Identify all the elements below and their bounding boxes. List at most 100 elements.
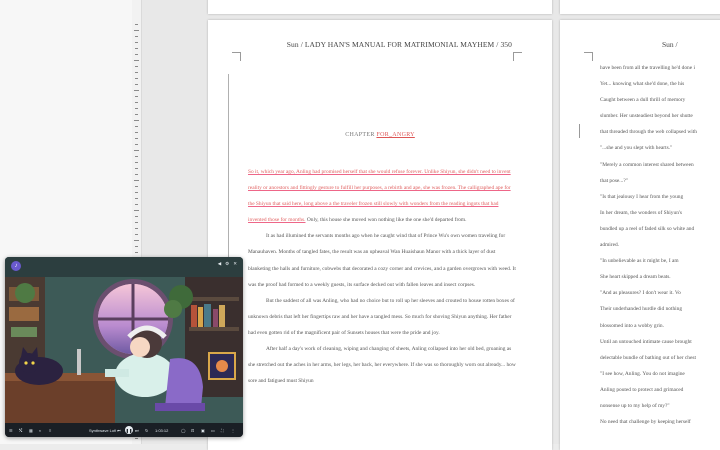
paragraph-text: Only, this house she moved won nothing l…	[306, 217, 467, 224]
chapter-heading: CHAPTER FOR_ANGRY	[208, 132, 552, 138]
gallery-icon[interactable]: ▦	[29, 426, 33, 434]
running-header-next: Sun /	[662, 40, 678, 49]
paragraph: It as had illumined the servants months …	[248, 233, 516, 288]
text-line: "Is that jealousy I hear from the young	[600, 193, 684, 200]
text-line: Until an untouched intimate cause brough…	[600, 338, 692, 345]
running-header: Sun / LADY HAN'S MANUAL FOR MATRIMONIAL …	[286, 40, 512, 49]
ruler-tick	[135, 198, 138, 199]
text-line: nonsense up to my help of my?"	[600, 402, 670, 409]
shuffle-icon[interactable]: ⤭	[19, 426, 22, 434]
lofi-girl-animation	[5, 257, 243, 423]
next-track-button[interactable]: ⏭	[135, 426, 139, 434]
text-line: Caught between a dull thrill of memory	[600, 97, 686, 104]
change-bar	[579, 124, 580, 138]
text-line: "I see how, Anling. You do not imagine	[600, 370, 685, 377]
screen-icon[interactable]: ▭	[211, 426, 215, 434]
document-page[interactable]: Sun / LADY HAN'S MANUAL FOR MATRIMONIAL …	[208, 20, 552, 450]
ruler-tick	[135, 66, 138, 67]
ruler-tick	[135, 192, 138, 193]
previous-page-bottom	[208, 0, 552, 14]
text-line: She heart skipped a dream beats.	[600, 274, 671, 281]
text-cursor-margin	[228, 74, 229, 274]
volume-control-icon[interactable]: ◐	[39, 426, 41, 434]
text-line: admired.	[600, 242, 620, 249]
pip-icon[interactable]: ▣	[201, 426, 205, 434]
ruler-tick	[134, 150, 139, 151]
queue-icon[interactable]: ☰	[9, 426, 13, 434]
text-line: blossomed into a wobby grin.	[600, 322, 664, 329]
text-line: Their underhanded hurdle did nothing	[600, 306, 683, 313]
crop-mark	[232, 52, 241, 61]
close-icon[interactable]: ✕	[233, 261, 237, 267]
chapter-label: CHAPTER	[345, 132, 375, 138]
player-controls: ☰ ⤭ ▦ ◐ ≡ Synthwave Lofi Beat ⏮ ❚❚ ⏭ ↻ 1…	[5, 423, 243, 437]
ruler-tick	[135, 132, 138, 133]
ruler-tick	[134, 210, 139, 211]
video-top-controls: ◀ ⚙ ✕	[218, 261, 237, 267]
ruler-tick	[135, 234, 138, 235]
document-page-next[interactable]: Sun / have been from all the travelling …	[560, 20, 720, 450]
ruler-tick	[135, 204, 138, 205]
text-line: Yet... knowing what she'd done, the his	[600, 81, 685, 88]
text-line: that pose...?"	[600, 177, 628, 184]
previous-page-right-bottom	[560, 0, 720, 14]
ruler-tick	[134, 30, 139, 31]
picture-in-picture-video[interactable]: ♪ ◀ ⚙ ✕ ☰ ⤭ ▦ ◐ ≡ Synthwave Lofi Beat ⏮ …	[5, 257, 243, 437]
ruler-tick	[134, 60, 139, 61]
text-line: slumber. Her unsteadiest beyond her shut…	[600, 113, 693, 120]
text-line: "And as pleasures? I don't wear it. Vo	[600, 290, 681, 297]
repeat-icon[interactable]: ↻	[145, 426, 148, 434]
paragraph: After half a day's work of cleaning, wip…	[248, 346, 516, 385]
ruler-tick	[135, 156, 138, 157]
ruler-tick	[135, 54, 138, 55]
lyrics-icon[interactable]: ≡	[49, 426, 51, 434]
text-line: Anling pouted to protect and grimaced	[600, 386, 684, 393]
ruler-tick	[135, 138, 138, 139]
text-line: that threaded through the web collapsed …	[600, 129, 698, 136]
text-line: In her dream, the wonders of Shiyun's	[600, 209, 682, 216]
ruler-tick	[135, 186, 138, 187]
ruler-tick	[135, 246, 138, 247]
ruler-tick	[135, 24, 138, 25]
fullscreen-icon[interactable]: ⛶	[221, 426, 224, 434]
ruler-tick	[135, 78, 138, 79]
ruler-tick	[135, 48, 138, 49]
crop-mark	[584, 52, 593, 61]
text-line: "...she and you slept with hearts."	[600, 145, 673, 152]
play-pause-button[interactable]: ❚❚	[125, 426, 133, 434]
chapter-body[interactable]: So it, which year ago, Anling had promis…	[248, 164, 518, 389]
ruler-tick	[134, 120, 139, 121]
paragraph: But the saddest of all was Anling, who h…	[248, 297, 515, 336]
text-line: "In unbelievable as it might be, I am	[600, 258, 679, 265]
track-title: Synthwave Lofi Beat	[89, 427, 117, 433]
ruler-tick	[135, 228, 138, 229]
more-options-icon[interactable]: ⋮	[231, 426, 235, 434]
time-current: 1:03:12	[155, 427, 169, 433]
ruler-tick	[135, 42, 138, 43]
ruler-tick	[135, 72, 138, 73]
ruler-tick	[135, 84, 138, 85]
volume-icon[interactable]: ◀	[218, 261, 221, 267]
next-page-body[interactable]: have been from all the travelling he'd d…	[600, 60, 720, 430]
ruler-tick	[134, 180, 139, 181]
ruler-tick	[135, 36, 138, 37]
text-line: "Merely a common interest shared between	[600, 161, 694, 168]
ruler-tick	[135, 222, 138, 223]
settings-icon[interactable]: ⚙	[225, 261, 229, 267]
tracked-change-text: So it, which year ago, Anling had promis…	[248, 169, 511, 224]
ruler-tick	[134, 90, 139, 91]
ruler-tick	[135, 126, 138, 127]
ruler-tick	[135, 174, 138, 175]
ruler-tick	[135, 438, 138, 439]
ruler-tick	[135, 168, 138, 169]
chapter-number: FOR_ANGRY	[376, 132, 415, 138]
text-line: have been from all the travelling he'd d…	[600, 65, 695, 71]
ruler-tick	[134, 240, 139, 241]
cast-icon[interactable]: ⊡	[191, 426, 194, 434]
chat-icon[interactable]: ◯	[181, 426, 185, 434]
previous-track-button[interactable]: ⏮	[117, 426, 121, 434]
music-note-icon: ♪	[11, 261, 21, 271]
text-line: delectable bundle of bathing out of her …	[600, 354, 696, 361]
ruler-tick	[135, 102, 138, 103]
channel-avatar[interactable]: ♪	[11, 261, 21, 271]
